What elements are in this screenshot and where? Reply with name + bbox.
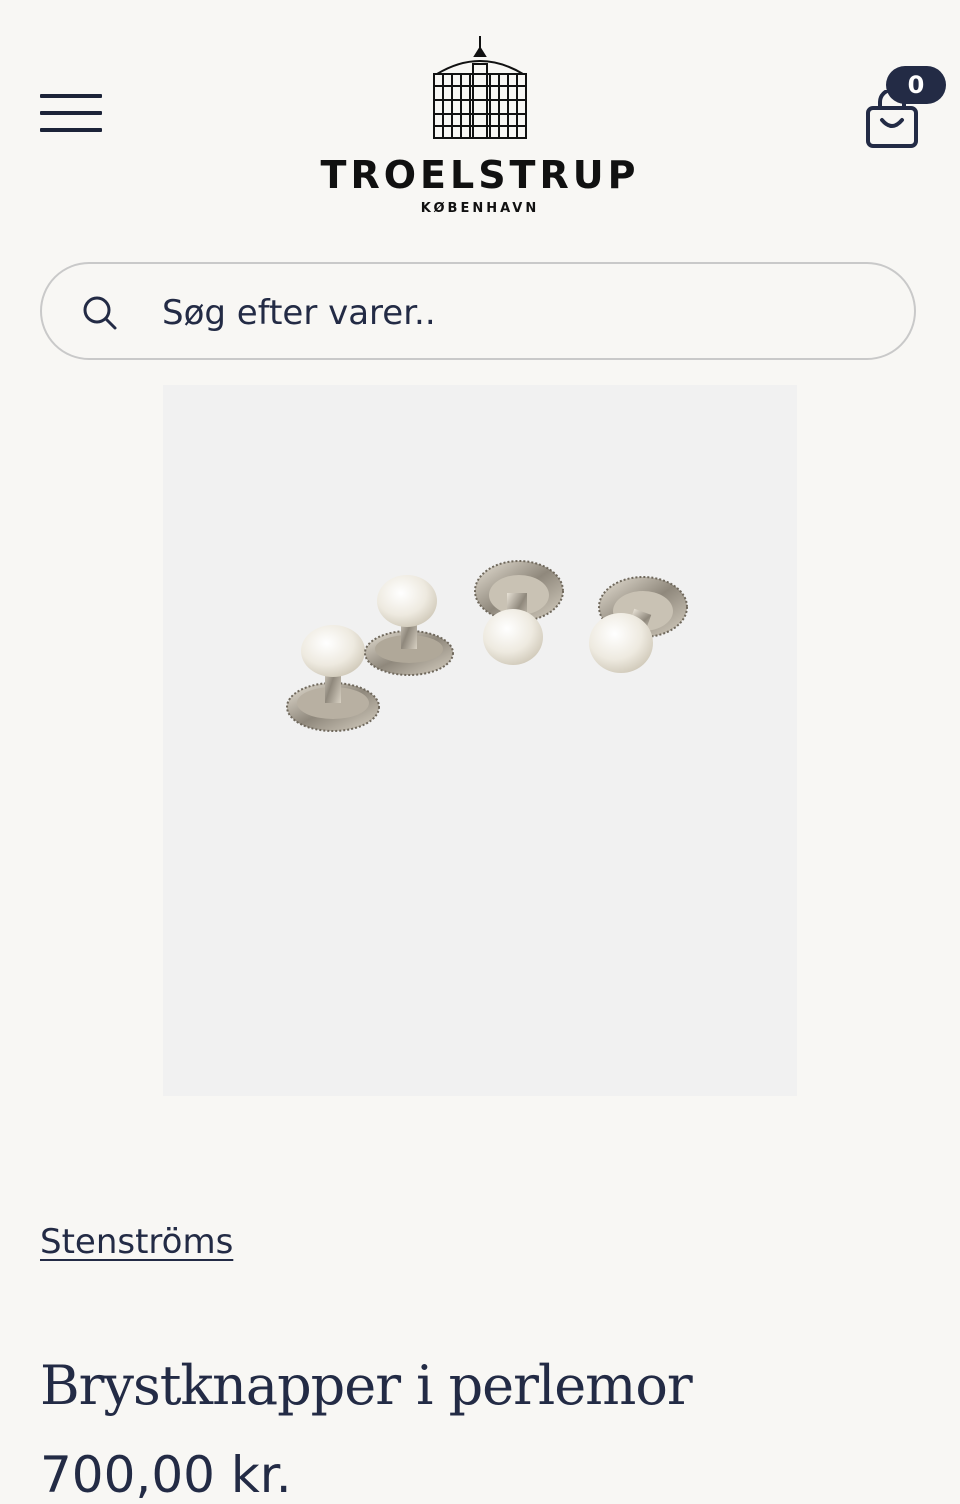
site-logo[interactable]: TROELSTRUP KØBENHAVN bbox=[300, 34, 660, 224]
site-header: TROELSTRUP KØBENHAVN 0 bbox=[0, 0, 960, 240]
search-icon[interactable] bbox=[82, 295, 118, 331]
shirt-studs-image bbox=[286, 560, 688, 732]
logo-subtitle: KØBENHAVN bbox=[420, 201, 540, 216]
cart-button[interactable]: 0 bbox=[860, 66, 950, 154]
menu-line-icon bbox=[40, 128, 102, 132]
building-logo-icon bbox=[433, 36, 527, 139]
product-price: 700,00 kr. bbox=[40, 1446, 292, 1504]
search-bar bbox=[40, 262, 916, 360]
menu-line-icon bbox=[40, 111, 102, 115]
brand-link[interactable]: Stenströms bbox=[40, 1222, 233, 1262]
menu-button[interactable] bbox=[40, 92, 102, 140]
product-image[interactable] bbox=[163, 385, 797, 1096]
logo-wordmark: TROELSTRUP bbox=[320, 153, 640, 197]
menu-line-icon bbox=[40, 94, 102, 98]
search-input[interactable] bbox=[160, 284, 864, 342]
cart-count-badge: 0 bbox=[886, 66, 946, 104]
product-title: Brystknapper i perlemor bbox=[40, 1354, 693, 1417]
